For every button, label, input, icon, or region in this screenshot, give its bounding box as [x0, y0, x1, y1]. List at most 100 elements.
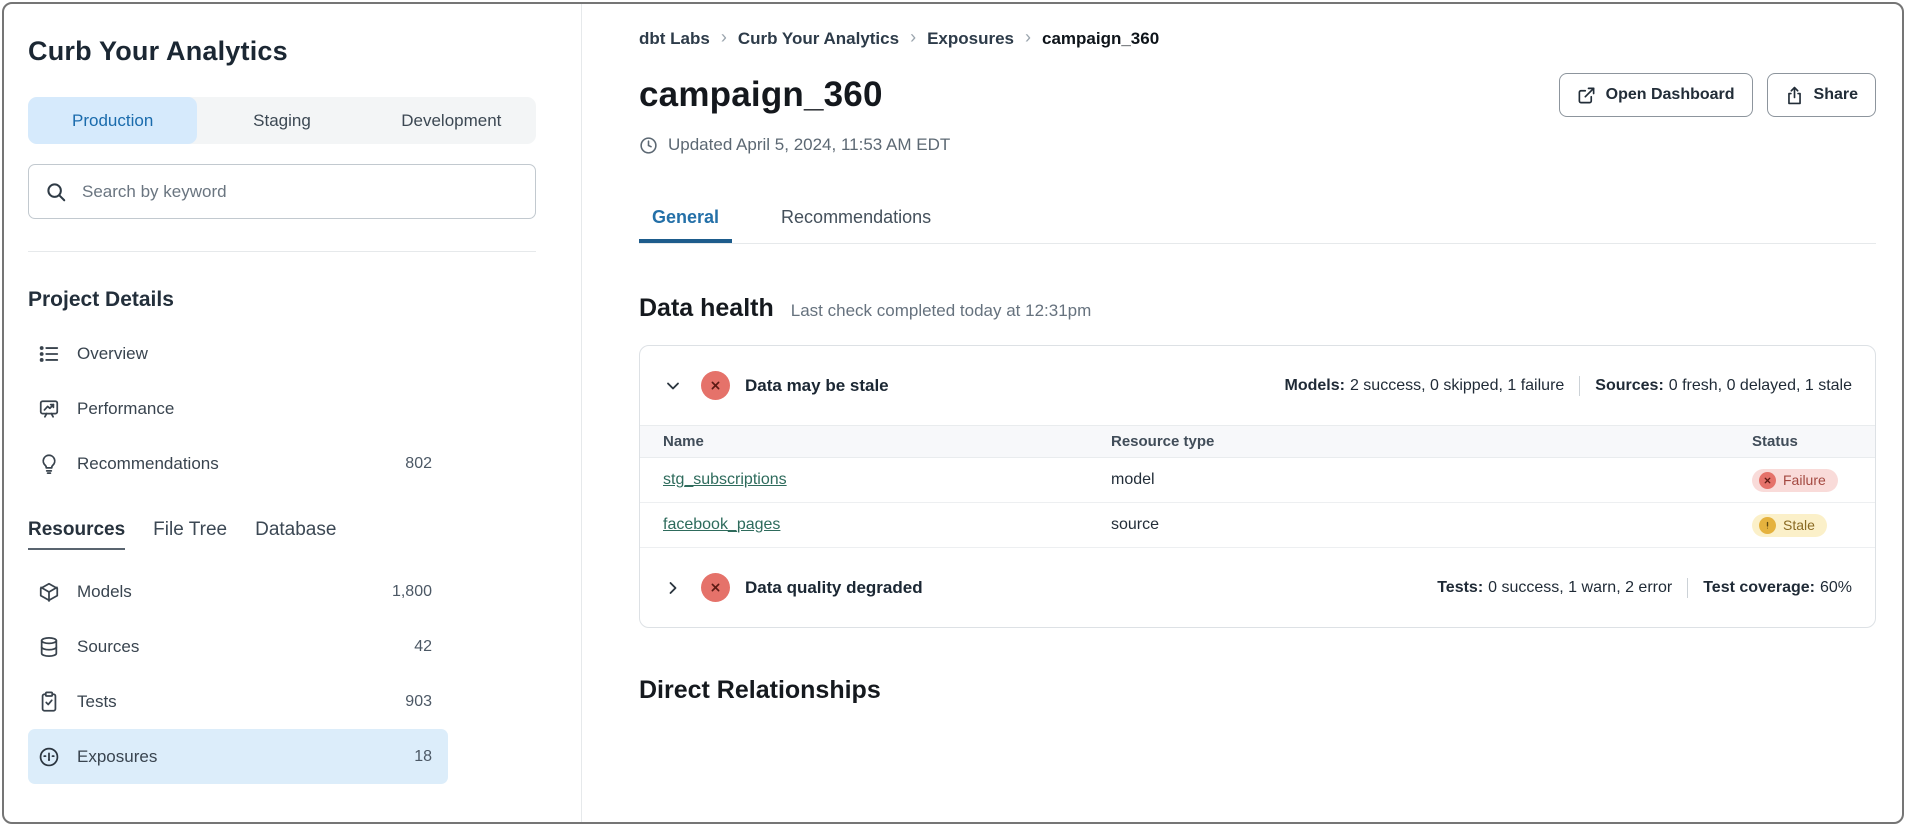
- page-title: campaign_360: [639, 75, 883, 115]
- item-count: 1,800: [392, 583, 432, 601]
- page-actions: Open Dashboard Share: [1559, 73, 1876, 117]
- database-icon: [38, 636, 60, 658]
- item-count: 42: [414, 638, 432, 656]
- table-row: stg_subscriptions model Failure: [640, 458, 1875, 503]
- tab-file-tree[interactable]: File Tree: [153, 519, 227, 550]
- breadcrumb-item-project[interactable]: Curb Your Analytics: [738, 29, 899, 49]
- column-header-name: Name: [663, 433, 1111, 450]
- data-health-header: Data health Last check completed today a…: [639, 294, 1876, 323]
- updated-text: Updated April 5, 2024, 11:53 AM EDT: [668, 135, 950, 155]
- x-circle-icon: [701, 371, 730, 400]
- resource-link-stg-subscriptions[interactable]: stg_subscriptions: [663, 471, 787, 488]
- chevron-down-icon[interactable]: [663, 376, 683, 396]
- tab-database[interactable]: Database: [255, 519, 336, 550]
- sidebar-item-sources[interactable]: Sources 42: [28, 619, 448, 674]
- item-count: 903: [405, 693, 432, 711]
- env-tab-staging[interactable]: Staging: [197, 97, 366, 144]
- performance-chart-icon: [38, 398, 60, 420]
- external-link-icon: [1577, 86, 1596, 105]
- share-icon: [1785, 86, 1804, 105]
- sidebar-item-overview[interactable]: Overview: [28, 326, 448, 381]
- share-label: Share: [1814, 86, 1858, 104]
- resource-type-cell: source: [1111, 516, 1752, 534]
- updated-timestamp: Updated April 5, 2024, 11:53 AM EDT: [639, 135, 1876, 155]
- env-tab-production[interactable]: Production: [28, 97, 197, 144]
- sidebar-item-label: Overview: [77, 344, 148, 364]
- status-badge-stale: Stale: [1752, 514, 1827, 537]
- sidebar-item-label: Recommendations: [77, 454, 219, 474]
- chevron-right-icon: ›: [721, 27, 727, 48]
- breadcrumb: dbt Labs › Curb Your Analytics › Exposur…: [639, 28, 1876, 49]
- data-health-last-check: Last check completed today at 12:31pm: [791, 301, 1092, 321]
- data-health-card: Data may be stale Models: 2 success, 0 sk…: [639, 345, 1876, 628]
- column-header-resource-type: Resource type: [1111, 433, 1752, 450]
- sidebar-item-recommendations[interactable]: Recommendations 802: [28, 436, 448, 491]
- open-dashboard-label: Open Dashboard: [1606, 86, 1735, 104]
- resource-type-cell: model: [1111, 471, 1752, 489]
- lightbulb-icon: [38, 453, 60, 475]
- status-badge-label: Stale: [1783, 517, 1815, 533]
- env-tab-development[interactable]: Development: [367, 97, 536, 144]
- column-header-status: Status: [1752, 433, 1852, 450]
- main-content: dbt Labs › Curb Your Analytics › Exposur…: [582, 4, 1902, 822]
- health-group-title: Data may be stale: [745, 376, 889, 396]
- tab-recommendations[interactable]: Recommendations: [768, 207, 944, 243]
- health-group-data-quality-degraded[interactable]: Data quality degraded Tests: 0 success, 1…: [640, 548, 1875, 627]
- chevron-right-icon: ›: [1025, 27, 1031, 48]
- sidebar-search[interactable]: [28, 164, 536, 219]
- package-cube-icon: [38, 581, 60, 603]
- title-row: campaign_360 Open Dashboard Share: [639, 73, 1876, 117]
- sidebar-item-exposures[interactable]: Exposures 18: [28, 729, 448, 784]
- search-input[interactable]: [80, 181, 519, 203]
- breadcrumb-item-current: campaign_360: [1042, 29, 1159, 49]
- direct-relationships-heading: Direct Relationships: [639, 676, 1876, 705]
- open-dashboard-button[interactable]: Open Dashboard: [1559, 73, 1753, 117]
- summary-value: 2 success, 0 skipped, 1 failure: [1350, 377, 1564, 395]
- detail-tabs: General Recommendations: [639, 207, 1876, 244]
- summary-divider: [1579, 376, 1580, 396]
- sidebar-item-models[interactable]: Models 1,800: [28, 564, 448, 619]
- sidebar-item-label: Performance: [77, 399, 174, 419]
- chevron-right-icon[interactable]: [663, 578, 683, 598]
- summary-value: 0 success, 1 warn, 2 error: [1488, 579, 1672, 597]
- sidebar-item-label: Tests: [77, 692, 117, 712]
- status-badge-label: Failure: [1783, 472, 1826, 488]
- sidebar-item-label: Models: [77, 582, 132, 602]
- sidebar-divider: [28, 251, 536, 252]
- exclamation-circle-icon: [1759, 517, 1776, 534]
- x-circle-icon: [1759, 472, 1776, 489]
- project-details-heading: Project Details: [28, 288, 537, 312]
- clipboard-check-icon: [38, 691, 60, 713]
- sidebar-project-title: Curb Your Analytics: [28, 36, 537, 67]
- app-window: Curb Your Analytics Production Staging D…: [2, 2, 1904, 824]
- overview-list-icon: [38, 343, 60, 365]
- breadcrumb-item-exposures[interactable]: Exposures: [927, 29, 1014, 49]
- item-count: 802: [405, 455, 432, 473]
- project-details-nav: Overview Performance Recommendations 802: [28, 326, 448, 491]
- resource-view-tabs: Resources File Tree Database: [28, 519, 537, 550]
- summary-label: Models:: [1285, 377, 1345, 395]
- tab-resources[interactable]: Resources: [28, 519, 125, 550]
- table-row: facebook_pages source Stale: [640, 503, 1875, 548]
- tab-general[interactable]: General: [639, 207, 732, 243]
- health-group-title: Data quality degraded: [745, 578, 923, 598]
- sidebar: Curb Your Analytics Production Staging D…: [4, 4, 582, 822]
- data-health-heading: Data health: [639, 294, 774, 323]
- item-count: 18: [414, 748, 432, 766]
- resource-link-facebook-pages[interactable]: facebook_pages: [663, 516, 780, 533]
- status-badge-failure: Failure: [1752, 469, 1838, 492]
- summary-label: Sources:: [1595, 377, 1663, 395]
- sidebar-item-performance[interactable]: Performance: [28, 381, 448, 436]
- summary-label: Tests:: [1437, 579, 1483, 597]
- summary-value: 60%: [1820, 579, 1852, 597]
- breadcrumb-item-account[interactable]: dbt Labs: [639, 29, 710, 49]
- health-group-summary: Tests:0 success, 1 warn, 2 error Test co…: [1437, 578, 1852, 598]
- health-group-summary: Models: 2 success, 0 skipped, 1 failure S…: [1285, 376, 1853, 396]
- x-circle-icon: [701, 573, 730, 602]
- health-table-header: Name Resource type Status: [640, 425, 1875, 458]
- share-button[interactable]: Share: [1767, 73, 1876, 117]
- sidebar-item-tests[interactable]: Tests 903: [28, 674, 448, 729]
- health-group-data-may-be-stale[interactable]: Data may be stale Models: 2 success, 0 sk…: [640, 346, 1875, 425]
- summary-value: 0 fresh, 0 delayed, 1 stale: [1669, 377, 1852, 395]
- environment-tabs: Production Staging Development: [28, 97, 536, 144]
